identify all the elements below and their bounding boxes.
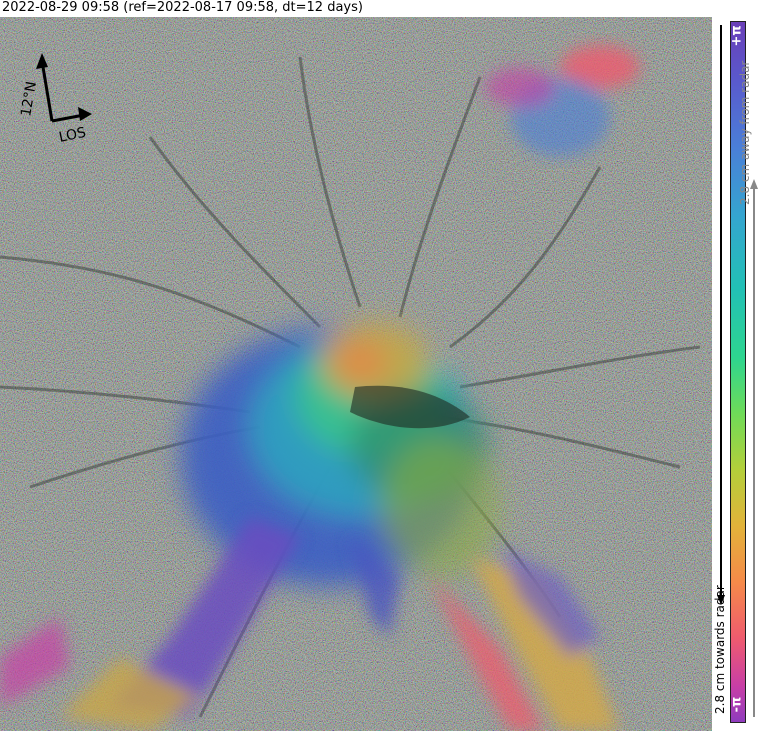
interferogram-image: 12°N LOS bbox=[0, 17, 712, 731]
colorbar-towards-label: 2.8 cm towards radar bbox=[713, 585, 727, 714]
interferogram-svg: 12°N LOS bbox=[0, 17, 712, 731]
image-title: 2022-08-29 09:58 (ref=2022-08-17 09:58, … bbox=[2, 0, 363, 15]
colorbar-away-label: 2.8 cm away from radar bbox=[738, 60, 752, 205]
